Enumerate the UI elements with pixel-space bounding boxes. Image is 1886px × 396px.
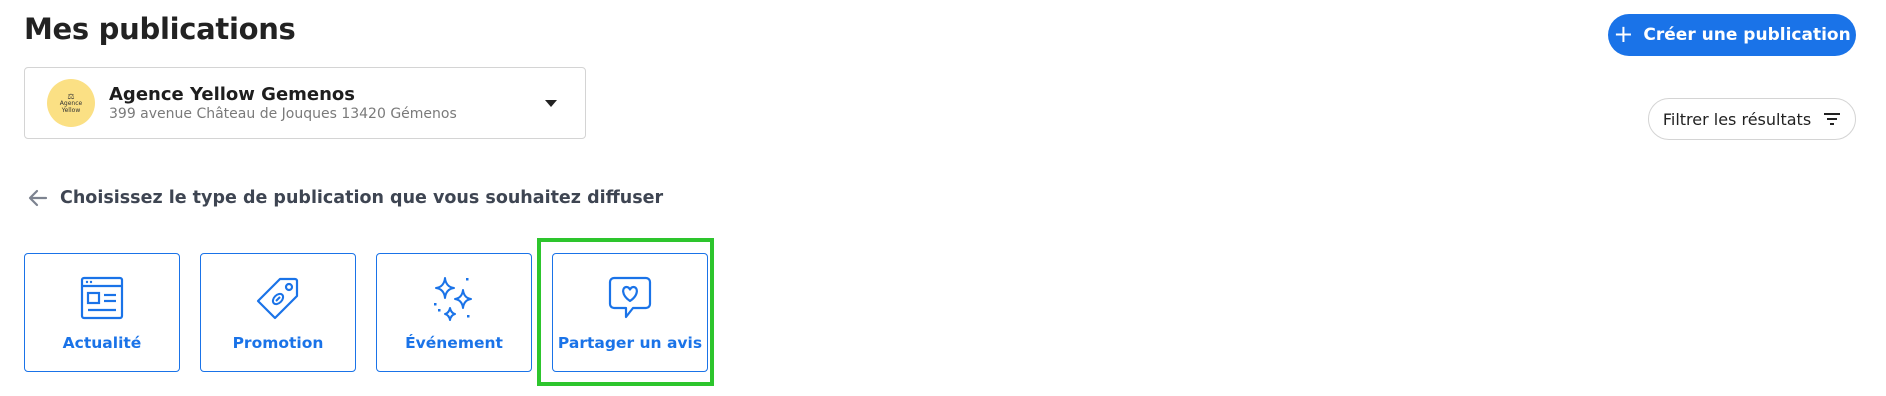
publication-type-evenement[interactable]: Événement: [376, 253, 532, 372]
page-title: Mes publications: [24, 12, 296, 46]
agency-selector[interactable]: ⚖ Agence Yellow Agence Yellow Gemenos 39…: [24, 67, 586, 139]
price-tag-icon: [256, 277, 299, 319]
publication-type-actualite[interactable]: Actualité: [24, 253, 180, 372]
create-publication-label: Créer une publication: [1643, 25, 1851, 45]
publication-type-label: Événement: [405, 333, 503, 352]
avatar-text-line2: Yellow: [61, 106, 81, 114]
filter-results-label: Filtrer les résultats: [1662, 109, 1812, 129]
arrow-left-icon[interactable]: [26, 186, 50, 210]
agency-name: Agence Yellow Gemenos: [109, 84, 356, 105]
agency-avatar: ⚖ Agence Yellow: [47, 79, 95, 127]
selection-highlight: [537, 238, 714, 386]
publication-type-label: Promotion: [232, 333, 324, 352]
type-selection-prompt: Choisissez le type de publication que vo…: [60, 188, 664, 208]
logo-icon: ⚖: [67, 91, 75, 101]
agency-address: 399 avenue Château de Jouques 13420 Géme…: [109, 106, 457, 122]
publication-type-label: Actualité: [62, 333, 142, 352]
sparkles-icon: [434, 276, 472, 321]
create-publication-button[interactable]: + Créer une publication: [1608, 14, 1856, 56]
filter-results-button[interactable]: Filtrer les résultats: [1648, 98, 1856, 140]
plus-icon: +: [1613, 20, 1634, 48]
caret-down-icon[interactable]: [545, 100, 557, 107]
newspaper-window-icon: [80, 276, 124, 319]
type-selection-header: Choisissez le type de publication que vo…: [26, 186, 663, 210]
filter-lines-icon: [1824, 113, 1841, 125]
publication-type-promotion[interactable]: Promotion: [200, 253, 356, 372]
avatar-text-line1: Agence: [59, 99, 83, 107]
